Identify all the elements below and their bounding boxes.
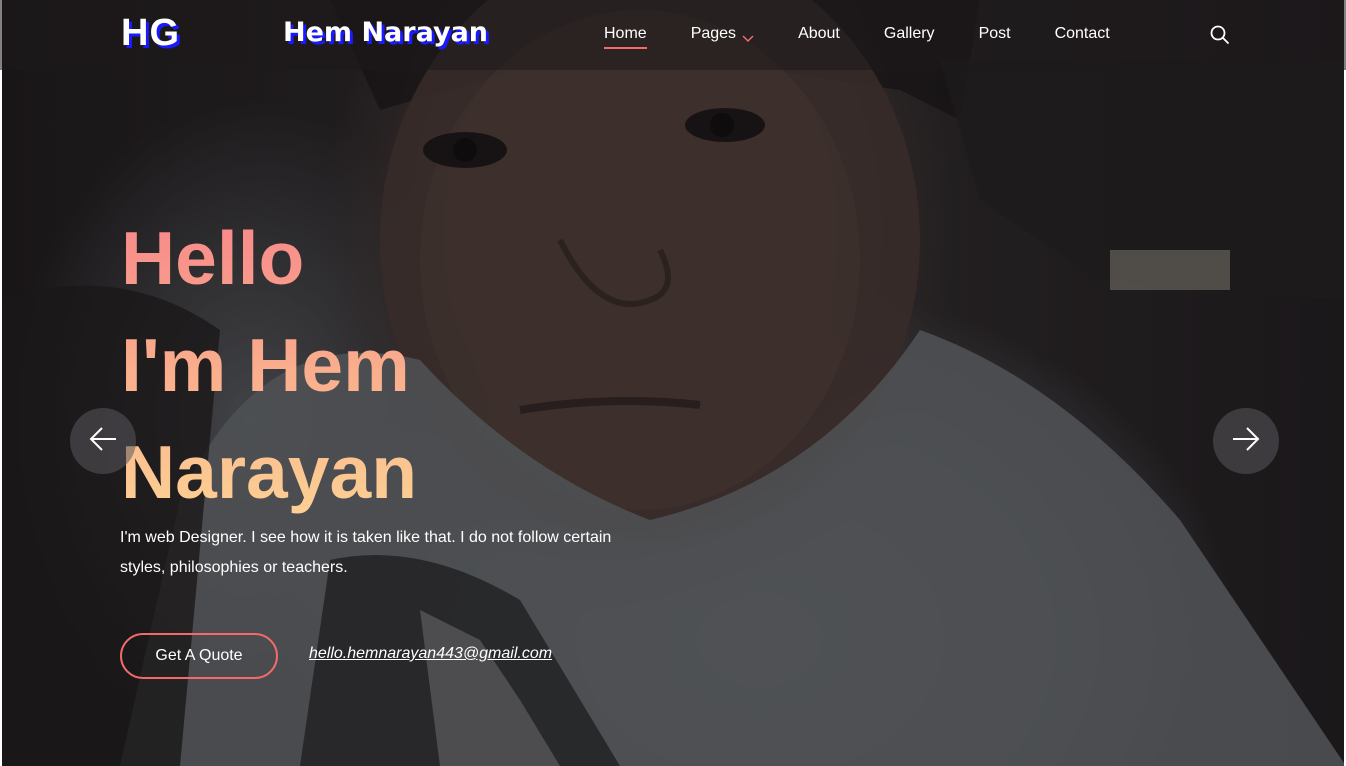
nav-item-label: Pages [690,25,737,42]
logo[interactable]: HG [121,12,180,55]
site-header: HG Hem Narayan Home Pages About Gallery … [0,0,1346,70]
nav-item-gallery[interactable]: Gallery [884,25,935,43]
get-a-quote-button[interactable]: Get A Quote [120,633,278,679]
hero-title-line: Hello [121,216,305,300]
chevron-down-icon [742,30,754,43]
email-link[interactable]: hello.hemnarayan443@gmail.com [309,645,552,663]
brand-name[interactable]: Hem Narayan [283,17,488,48]
main-nav: Home Pages About Gallery Post Contact [604,25,1154,49]
hero-title-line: I'm Hem [121,323,410,407]
nav-item-label: Post [978,25,1011,42]
hero-title: Hello I'm Hem Narayan [121,205,681,526]
nav-item-about[interactable]: About [798,25,840,43]
page: HG Hem Narayan Home Pages About Gallery … [0,0,1346,766]
nav-item-pages[interactable]: Pages [691,25,754,43]
nav-item-home[interactable]: Home [604,25,647,49]
arrow-right-icon [1231,426,1261,457]
carousel-prev-button[interactable] [70,408,136,474]
frame-edge-left [0,0,2,766]
nav-item-label: About [798,25,840,42]
nav-item-label: Home [604,25,647,42]
nav-item-label: Contact [1054,25,1110,42]
carousel-next-button[interactable] [1213,408,1279,474]
nav-item-label: Gallery [883,25,935,42]
nav-item-post[interactable]: Post [979,25,1011,43]
nav-item-contact[interactable]: Contact [1055,25,1110,43]
search-icon[interactable] [1209,24,1231,46]
arrow-left-icon [88,426,118,457]
hero-description: I'm web Designer. I see how it is taken … [120,529,612,576]
hero-title-line: Narayan [121,430,418,514]
